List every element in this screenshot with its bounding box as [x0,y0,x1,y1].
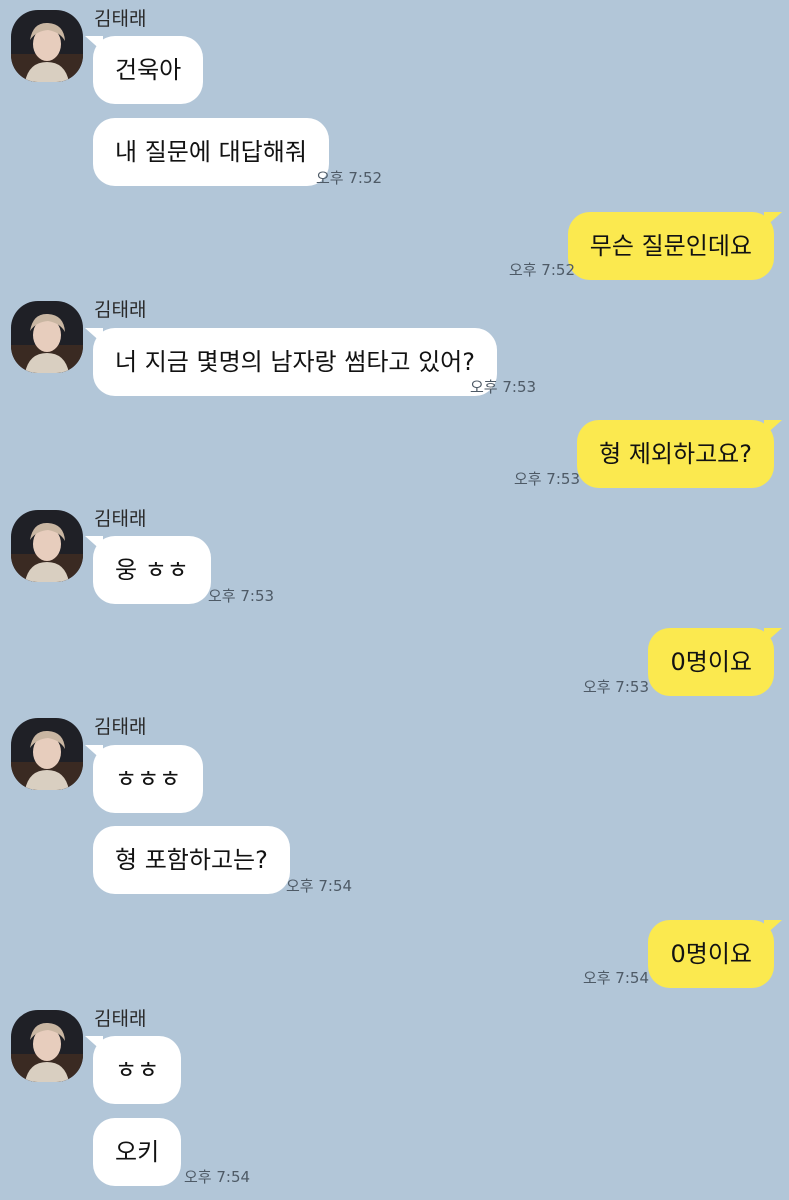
message-bubble[interactable]: 형 포함하고는? [93,826,290,894]
sender-name: 김태래 [94,299,147,321]
message-bubble[interactable]: 웅 ㅎㅎ [85,536,211,604]
bubble-tail [764,920,782,936]
message-text: ㅎㅎㅎ [115,765,182,793]
message-text: ㅎㅎ [115,1056,160,1084]
message-text: 0명이요 [670,648,752,676]
message-bubble[interactable]: ㅎㅎㅎ [85,745,204,813]
bubble-tail [764,212,782,228]
message-text: 형 제외하고요? [599,440,752,468]
message-time: 오후 7:53 [470,378,537,396]
message-time: 오후 7:54 [286,877,353,895]
bubble-tail [85,1036,103,1052]
bubble-tail [764,628,782,644]
message-time: 오후 7:53 [513,470,580,488]
avatar-photo [11,301,83,373]
message-bubble[interactable]: 0명이요 [648,920,782,988]
message-text: 무슨 질문인데요 [589,232,752,260]
message-time: 오후 7:52 [316,169,383,187]
message-bubble[interactable]: ㅎㅎ [85,1036,182,1104]
bubble-tail [85,536,103,552]
bubble-tail [85,328,103,344]
message-text: 형 포함하고는? [115,846,268,874]
message-text: 오키 [115,1138,160,1166]
message-time: 오후 7:54 [184,1168,251,1186]
message-time: 오후 7:54 [582,969,649,987]
message-text: 내 질문에 대답해줘 [115,138,307,166]
message-time: 오후 7:52 [508,261,575,279]
avatar-photo [11,718,83,790]
bubble-tail [764,420,782,436]
message-bubble[interactable]: 너 지금 몇명의 남자랑 썸타고 있어? [85,328,498,396]
sender-name: 김태래 [94,508,147,530]
message-bubble[interactable]: 내 질문에 대답해줘 [93,118,329,186]
message-bubble[interactable]: 건욱아 [85,36,204,104]
contact-avatar[interactable] [11,718,83,790]
contact-avatar[interactable] [11,1010,83,1082]
avatar-photo [11,510,83,582]
message-time: 오후 7:53 [582,678,649,696]
message-bubble[interactable]: 형 제외하고요? [577,420,782,488]
message-text: 건욱아 [115,56,182,84]
message-text: 0명이요 [670,940,752,968]
bubble-tail [85,745,103,761]
avatar-photo [11,10,83,82]
sender-name: 김태래 [94,716,147,738]
bubble-tail [85,36,103,52]
message-bubble[interactable]: 오키 [93,1118,182,1186]
contact-avatar[interactable] [11,10,83,82]
message-time: 오후 7:53 [208,587,275,605]
message-text: 웅 ㅎㅎ [115,556,189,584]
sender-name: 김태래 [94,8,147,30]
message-text: 너 지금 몇명의 남자랑 썸타고 있어? [115,348,476,376]
contact-avatar[interactable] [11,301,83,373]
avatar-photo [11,1010,83,1082]
contact-avatar[interactable] [11,510,83,582]
message-bubble[interactable]: 0명이요 [648,628,782,696]
sender-name: 김태래 [94,1008,147,1030]
message-bubble[interactable]: 무슨 질문인데요 [567,212,782,280]
